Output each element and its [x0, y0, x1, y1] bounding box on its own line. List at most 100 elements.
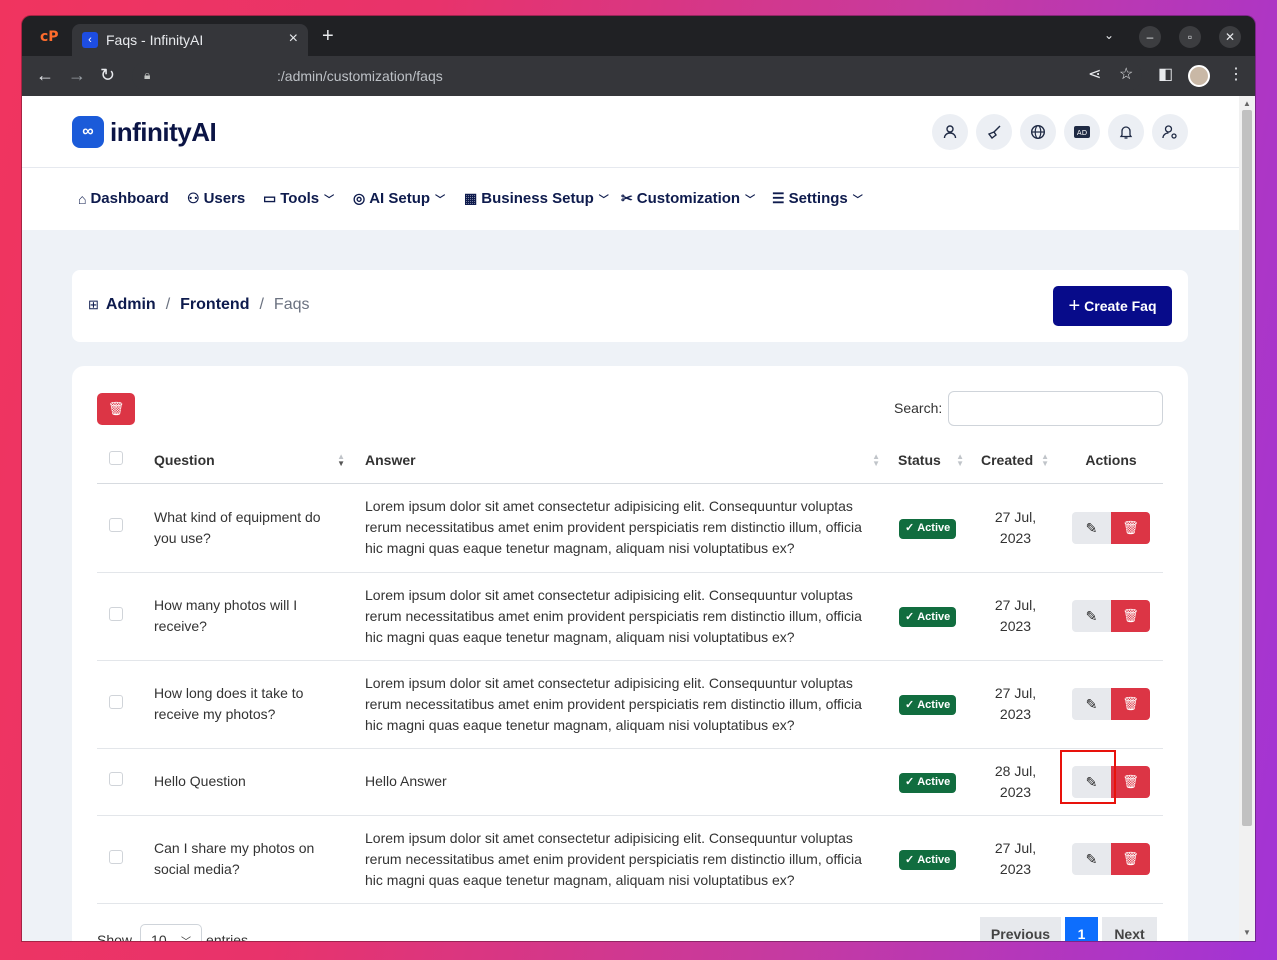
bulk-delete-button[interactable]: 🗑︎ [97, 393, 135, 425]
edit-button[interactable]: ✎ [1072, 688, 1111, 720]
answer-cell: Lorem ipsum dolor sit amet consectetur a… [353, 815, 888, 904]
created-day: 27 Jul, [994, 840, 1037, 856]
select-all-checkbox[interactable] [109, 451, 123, 466]
entries-value: 10 [151, 932, 167, 941]
address-bar[interactable]: 🔒︎ :/admin/customization/faqs [132, 61, 1142, 91]
create-faq-button[interactable]: + Create Faq [1053, 286, 1172, 326]
page-1-button[interactable]: 1 [1065, 917, 1098, 941]
status-badge: ✓ Active [899, 607, 957, 628]
breadcrumb-admin[interactable]: Admin [106, 296, 156, 314]
row-checkbox[interactable] [109, 772, 123, 786]
nav-customization[interactable]: ✂ Customization ﹀ [621, 190, 755, 207]
sort-icon: ▲ ▼ [872, 452, 880, 468]
next-button[interactable]: Next [1102, 917, 1157, 941]
answer-cell: Lorem ipsum dolor sit amet consectetur a… [353, 660, 888, 749]
tab-title: Faqs - InfinityAI [106, 32, 204, 48]
answer-cell: Hello Answer [353, 748, 888, 816]
minimize-icon[interactable]: – [1139, 26, 1161, 48]
created-cell: 27 Jul, 2023 [972, 815, 1059, 904]
nav-tools[interactable]: ▭ Tools ﹀ [263, 190, 334, 207]
created-day: 27 Jul, [994, 685, 1037, 701]
status-header[interactable]: Status ▲ ▼ [888, 437, 972, 484]
created-day: 28 Jul, [994, 762, 1037, 779]
created-header[interactable]: Created ▲ ▼ [972, 437, 1059, 484]
home-icon: ⌂ [78, 190, 87, 207]
ad-icon[interactable]: AD [1064, 114, 1100, 150]
edit-button[interactable]: ✎ [1072, 843, 1111, 875]
created-cell: 27 Jul, 2023 [972, 483, 1059, 573]
check-circle-icon: ✓ [905, 776, 915, 789]
breadcrumb-frontend[interactable]: Frontend [180, 296, 249, 314]
users-icon: ⚇ [187, 190, 200, 206]
new-tab-icon[interactable]: + [322, 26, 334, 46]
building-icon: ▦ [464, 190, 478, 206]
question-cell: What kind of equipment do you use? [142, 483, 353, 573]
share-icon[interactable]: ⋖ [1088, 66, 1101, 84]
close-window-icon[interactable]: ✕ [1219, 26, 1241, 48]
chevron-down-icon: ﹀ [598, 195, 609, 206]
answer-cell: Lorem ipsum dolor sit amet consectetur a… [353, 572, 888, 661]
forward-icon[interactable]: → [68, 65, 86, 85]
scroll-down-icon[interactable]: ▼ [1243, 928, 1251, 937]
delete-button[interactable]: 🗑︎ [1111, 765, 1150, 798]
profile-icon[interactable] [1188, 65, 1210, 87]
url-text[interactable]: :/admin/customization/faqs [277, 68, 443, 84]
edit-button[interactable]: ✎ [1072, 600, 1111, 632]
logo[interactable]: ∞ infinityAI [72, 116, 217, 148]
edit-button[interactable]: ✎ [1072, 511, 1111, 544]
user-gear-icon[interactable] [1152, 114, 1188, 150]
cpanel-icon[interactable]: cP [40, 29, 59, 45]
tab-search-icon[interactable]: ⌄ [1104, 28, 1114, 42]
menu-icon[interactable]: ⋮ [1228, 66, 1244, 84]
lock-icon[interactable]: 🔒︎ [144, 68, 150, 83]
reload-icon[interactable]: ↻ [100, 65, 115, 85]
answer-header[interactable]: Answer ▲ ▼ [353, 437, 888, 484]
tools-icon: ✂ [621, 190, 633, 206]
select-all-header [97, 437, 142, 484]
row-checkbox[interactable] [109, 606, 123, 621]
nav-ai-setup[interactable]: ◎ AI Setup ﹀ [353, 190, 445, 207]
plus-icon: + [1068, 295, 1081, 317]
breadcrumb-current: Faqs [273, 296, 310, 313]
briefcase-icon: ▭ [263, 190, 277, 206]
table-row: How many photos will I receive? Lorem ip… [97, 572, 1163, 661]
back-icon[interactable]: ← [36, 65, 54, 85]
maximize-icon[interactable]: ▫ [1179, 26, 1201, 48]
row-checkbox[interactable] [109, 518, 123, 532]
user-icon[interactable] [932, 114, 968, 150]
broom-icon[interactable] [976, 114, 1012, 150]
nav-settings[interactable]: ☰ Settings ﹀ [772, 190, 863, 207]
bell-icon[interactable] [1108, 114, 1144, 150]
row-checkbox[interactable] [109, 694, 123, 709]
search-input[interactable] [948, 391, 1163, 426]
nav-business-setup[interactable]: ▦ Business Setup ﹀ [464, 190, 609, 207]
status-label: Active [917, 522, 951, 535]
delete-button[interactable]: 🗑︎ [1111, 511, 1150, 544]
entries-select[interactable]: 10 ﹀ [140, 924, 203, 941]
delete-button[interactable]: 🗑︎ [1111, 688, 1150, 720]
nav-users[interactable]: ⚇ Users [187, 190, 245, 207]
created-day: 27 Jul, [994, 597, 1037, 613]
sidepanel-icon[interactable]: ◧ [1158, 66, 1173, 84]
row-checkbox[interactable] [109, 849, 123, 864]
scroll-up-icon[interactable]: ▲ [1243, 99, 1251, 108]
question-header-label: Question [154, 451, 215, 468]
page-scrollbar[interactable]: ▲ ▼ [1239, 96, 1255, 941]
delete-button[interactable]: 🗑︎ [1111, 600, 1150, 632]
tab-close-icon[interactable]: × [289, 30, 298, 48]
browser-toolbar: ← → ↻ 🔒︎ :/admin/customization/faqs ⋖ ☆ … [22, 56, 1255, 96]
question-header[interactable]: Question ▲ ▼ [142, 437, 353, 484]
question-cell: Hello Question [142, 748, 353, 816]
star-icon[interactable]: ☆ [1119, 66, 1133, 84]
logo-mark: ∞ [72, 116, 104, 148]
answer-cell: Lorem ipsum dolor sit amet consectetur a… [353, 483, 888, 573]
scroll-thumb[interactable] [1242, 110, 1252, 826]
table-row: How long does it take to receive my phot… [97, 660, 1163, 749]
browser-tab[interactable]: ‹ Faqs - InfinityAI × [72, 24, 308, 56]
nav-settings-label: Settings [788, 190, 848, 207]
delete-button[interactable]: 🗑︎ [1111, 843, 1150, 875]
check-circle-icon: ✓ [905, 610, 915, 623]
globe-icon[interactable] [1020, 114, 1056, 150]
nav-dashboard[interactable]: ⌂ Dashboard [78, 190, 169, 207]
previous-button[interactable]: Previous [980, 917, 1061, 941]
